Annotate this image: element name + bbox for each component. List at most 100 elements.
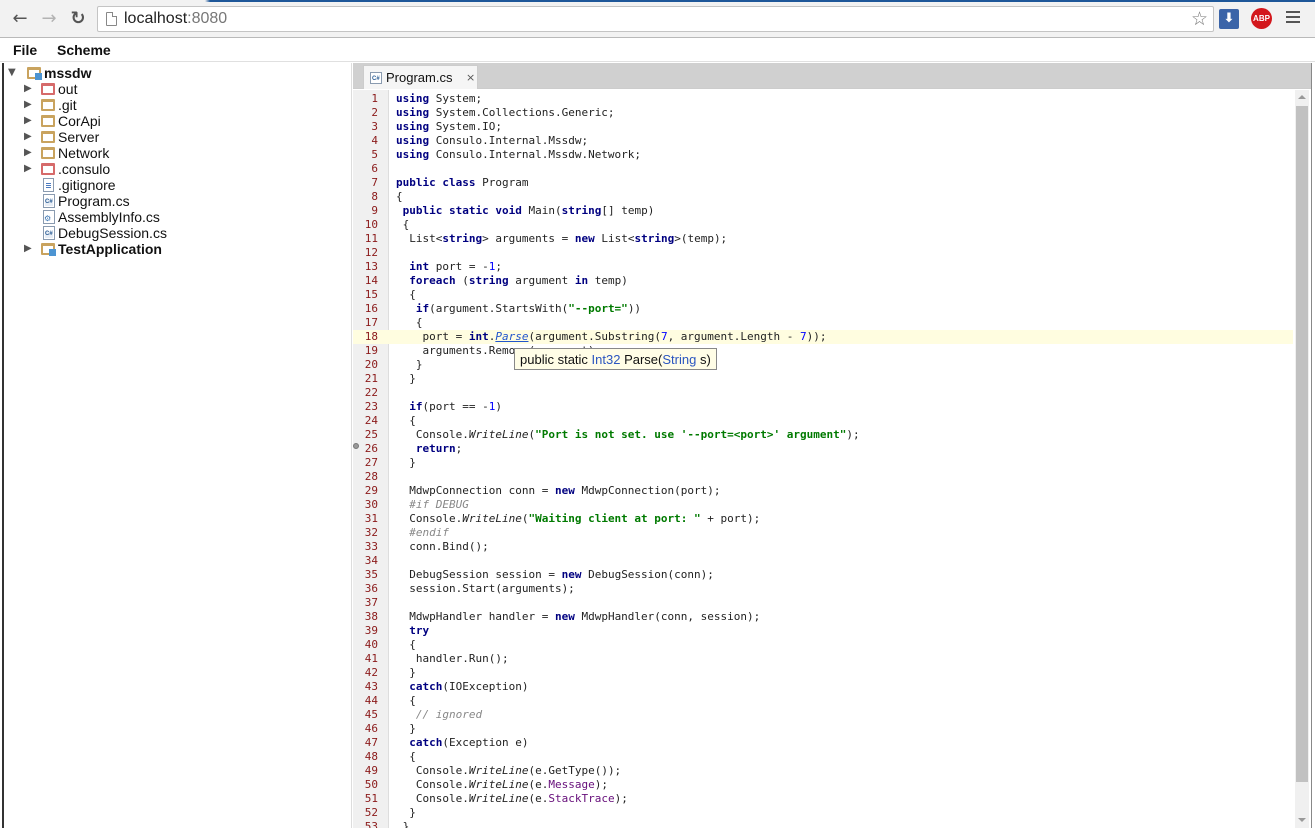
code-line[interactable]: 49 Console.WriteLine(e.GetType()); bbox=[353, 764, 1293, 778]
code-line[interactable]: 53 } bbox=[353, 820, 1293, 828]
code-text[interactable]: try bbox=[396, 624, 429, 638]
code-line[interactable]: 33 conn.Bind(); bbox=[353, 540, 1293, 554]
code-text[interactable]: public class Program bbox=[396, 176, 528, 190]
adblock-plus-button[interactable]: ABP bbox=[1251, 8, 1272, 29]
code-line[interactable]: 2 using System.Collections.Generic; bbox=[353, 106, 1293, 120]
code-text[interactable]: public static void Main(string[] temp) bbox=[396, 204, 655, 218]
code-text[interactable]: catch(Exception e) bbox=[396, 736, 528, 750]
tree-item-program-cs[interactable]: Program.cs bbox=[24, 193, 224, 209]
code-text[interactable]: return; bbox=[396, 442, 462, 456]
code-line[interactable]: 28 bbox=[353, 470, 1293, 484]
code-line[interactable]: 45 // ignored bbox=[353, 708, 1293, 722]
code-text[interactable]: int port = -1; bbox=[396, 260, 502, 274]
chevron-right-icon[interactable]: ▶ bbox=[24, 241, 36, 257]
code-text[interactable]: { bbox=[396, 638, 416, 652]
star-icon[interactable]: ☆ bbox=[1191, 8, 1208, 30]
tree-item-gitignore[interactable]: .gitignore bbox=[24, 177, 224, 193]
code-text[interactable]: } bbox=[396, 806, 416, 820]
code-text[interactable]: } bbox=[396, 456, 416, 470]
chevron-right-icon[interactable]: ▶ bbox=[24, 113, 36, 129]
address-bar[interactable]: localhost:8080 ☆ bbox=[97, 6, 1214, 32]
code-line[interactable]: 39 try bbox=[353, 624, 1293, 638]
code-line[interactable]: 18 port = int.Parse(argument.Substring(7… bbox=[353, 330, 1293, 344]
chevron-right-icon[interactable]: ▶ bbox=[24, 161, 36, 177]
hamburger-menu-icon[interactable] bbox=[1286, 11, 1300, 25]
chevron-right-icon[interactable]: ▶ bbox=[24, 81, 36, 97]
breakpoint-icon[interactable] bbox=[353, 443, 359, 449]
code-text[interactable]: Console.WriteLine(e.GetType()); bbox=[396, 764, 621, 778]
code-text[interactable]: } bbox=[396, 666, 416, 680]
code-text[interactable]: List<string> arguments = new List<string… bbox=[396, 232, 727, 246]
code-text[interactable]: if(port == -1) bbox=[396, 400, 502, 414]
code-text[interactable]: #if DEBUG bbox=[396, 498, 469, 512]
tree-item-assemblyinfo-cs[interactable]: AssemblyInfo.cs bbox=[24, 209, 224, 225]
code-line[interactable]: 32 #endif bbox=[353, 526, 1293, 540]
code-line[interactable]: 20 } bbox=[353, 358, 1293, 372]
code-line[interactable]: 23 if(port == -1) bbox=[353, 400, 1293, 414]
scroll-up-arrow-icon[interactable] bbox=[1298, 95, 1306, 99]
code-text[interactable]: } bbox=[396, 358, 423, 372]
menu-scheme[interactable]: Scheme bbox=[57, 42, 111, 58]
code-text[interactable]: foreach (string argument in temp) bbox=[396, 274, 628, 288]
scrollbar-thumb[interactable] bbox=[1296, 106, 1308, 782]
vertical-scrollbar[interactable] bbox=[1295, 90, 1309, 828]
code-text[interactable]: catch(IOException) bbox=[396, 680, 528, 694]
tab-program-cs[interactable]: Program.cs × bbox=[363, 65, 478, 89]
tree-item-mssdw[interactable]: ▼ mssdw bbox=[8, 65, 208, 81]
code-line[interactable]: 8{ bbox=[353, 190, 1293, 204]
tree-item-corapi[interactable]: ▶ CorApi bbox=[24, 113, 224, 129]
code-line[interactable]: 5 using Consulo.Internal.Mssdw.Network; bbox=[353, 148, 1293, 162]
code-line[interactable]: 37 bbox=[353, 596, 1293, 610]
tree-item-debugsession-cs[interactable]: DebugSession.cs bbox=[24, 225, 224, 241]
code-line[interactable]: 25 Console.WriteLine("Port is not set. u… bbox=[353, 428, 1293, 442]
chevron-right-icon[interactable]: ▶ bbox=[24, 97, 36, 113]
code-line[interactable]: 52 } bbox=[353, 806, 1293, 820]
code-line[interactable]: 47 catch(Exception e) bbox=[353, 736, 1293, 750]
code-line[interactable]: 21 } bbox=[353, 372, 1293, 386]
code-line[interactable]: 12 bbox=[353, 246, 1293, 260]
code-line[interactable]: 41 handler.Run(); bbox=[353, 652, 1293, 666]
code-text[interactable]: } bbox=[396, 372, 416, 386]
chevron-right-icon[interactable]: ▶ bbox=[24, 129, 36, 145]
code-line[interactable]: 43 catch(IOException) bbox=[353, 680, 1293, 694]
code-line[interactable]: 19 arguments.Remove(argument); bbox=[353, 344, 1293, 358]
tree-item-server[interactable]: ▶ Server bbox=[24, 129, 224, 145]
code-line[interactable]: 35 DebugSession session = new DebugSessi… bbox=[353, 568, 1293, 582]
code-line[interactable]: 16 if(argument.StartsWith("--port=")) bbox=[353, 302, 1293, 316]
code-text[interactable]: { bbox=[396, 750, 416, 764]
code-text[interactable]: using System.IO; bbox=[396, 120, 502, 134]
code-text[interactable]: { bbox=[396, 414, 416, 428]
code-line[interactable]: 42 } bbox=[353, 666, 1293, 680]
code-text[interactable]: conn.Bind(); bbox=[396, 540, 488, 554]
code-line[interactable]: 24 { bbox=[353, 414, 1293, 428]
code-line[interactable]: 4 using Consulo.Internal.Mssdw; bbox=[353, 134, 1293, 148]
code-text[interactable]: MdwpHandler handler = new MdwpHandler(co… bbox=[396, 610, 760, 624]
code-text[interactable]: { bbox=[396, 218, 410, 232]
code-text[interactable]: #endif bbox=[396, 526, 449, 540]
code-line[interactable]: 34 bbox=[353, 554, 1293, 568]
code-line[interactable]: 17 { bbox=[353, 316, 1293, 330]
code-text[interactable]: { bbox=[396, 190, 403, 204]
code-line[interactable]: 15 { bbox=[353, 288, 1293, 302]
code-text[interactable]: handler.Run(); bbox=[396, 652, 509, 666]
code-line[interactable]: 31 Console.WriteLine("Waiting client at … bbox=[353, 512, 1293, 526]
code-line[interactable]: 36 session.Start(arguments); bbox=[353, 582, 1293, 596]
reload-button[interactable]: ↻ bbox=[68, 9, 88, 29]
tree-item-git[interactable]: ▶ .git bbox=[24, 97, 224, 113]
code-text[interactable]: using Consulo.Internal.Mssdw.Network; bbox=[396, 148, 641, 162]
code-line[interactable]: 1 using System; bbox=[353, 92, 1293, 106]
code-line[interactable]: 3 using System.IO; bbox=[353, 120, 1293, 134]
download-extension-button[interactable]: ⬇ bbox=[1219, 9, 1239, 29]
code-text-area[interactable]: 1 using System; 2 using System.Collections.… bbox=[353, 90, 1295, 828]
chevron-right-icon[interactable]: ▶ bbox=[24, 145, 36, 161]
code-line[interactable]: 6 bbox=[353, 162, 1293, 176]
forward-button[interactable]: → bbox=[39, 9, 59, 29]
code-line[interactable]: 14 foreach (string argument in temp) bbox=[353, 274, 1293, 288]
tree-item-testapplication[interactable]: ▶ TestApplication bbox=[24, 241, 224, 257]
code-text[interactable]: { bbox=[396, 316, 423, 330]
tree-item-out[interactable]: ▶ out bbox=[24, 81, 224, 97]
code-line[interactable]: 9 public static void Main(string[] temp) bbox=[353, 204, 1293, 218]
code-text[interactable]: { bbox=[396, 288, 416, 302]
code-line[interactable]: 51 Console.WriteLine(e.StackTrace); bbox=[353, 792, 1293, 806]
tree-item-network[interactable]: ▶ Network bbox=[24, 145, 224, 161]
